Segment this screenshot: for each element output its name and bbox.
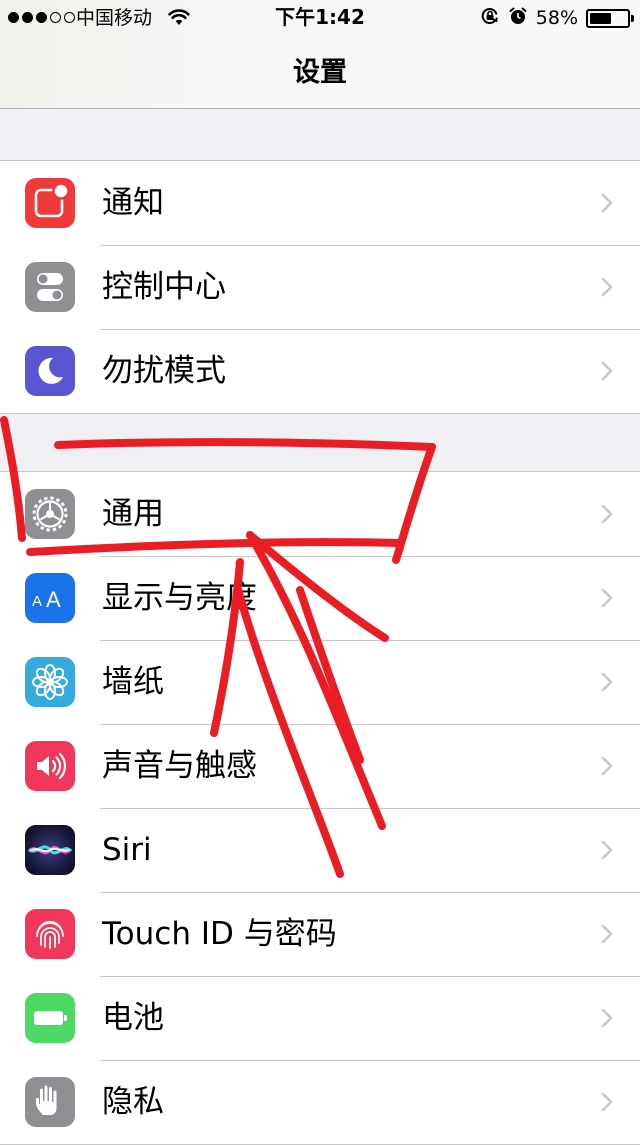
settings-row-wallpaper[interactable]: 墙纸 (0, 640, 640, 724)
settings-row-label: 勿扰模式 (102, 353, 226, 389)
settings-row-privacy[interactable]: 隐私 (0, 1060, 640, 1144)
settings-row-label: 通知 (102, 185, 164, 221)
top-bar: 中国移动 下午1:42 58% 设置 (0, 0, 640, 109)
status-bar: 中国移动 下午1:42 58% (0, 0, 640, 36)
settings-row-notifications[interactable]: 通知 (0, 161, 640, 245)
chevron-right-icon (601, 1092, 613, 1112)
battery-percentage: 58% (535, 7, 578, 29)
settings-row-control-center[interactable]: 控制中心 (0, 245, 640, 329)
battery-setting-icon (25, 993, 75, 1043)
chevron-right-icon (601, 840, 613, 860)
chevron-right-icon (601, 361, 613, 381)
wallpaper-flower-icon (25, 657, 75, 707)
svg-text:A: A (32, 593, 42, 610)
settings-row-label: 墙纸 (102, 664, 164, 700)
chevron-right-icon (601, 924, 613, 944)
settings-row-siri[interactable]: Siri (0, 808, 640, 892)
hand-icon (25, 1077, 75, 1127)
chevron-right-icon (601, 588, 613, 608)
alarm-icon (508, 6, 528, 30)
svg-text:A: A (46, 587, 61, 612)
settings-row-touch-id-passcode[interactable]: Touch ID 与密码 (0, 892, 640, 976)
settings-group-2: 通用 A A 显示与亮度 墙纸 声音与触感 Siri Touch ID 与密码 … (0, 471, 640, 1145)
settings-row-display-brightness[interactable]: A A 显示与亮度 (0, 556, 640, 640)
battery-fill (590, 12, 611, 24)
status-right: 58% (480, 5, 634, 31)
fingerprint-icon (25, 909, 75, 959)
chevron-right-icon (601, 277, 613, 297)
settings-row-label: 电池 (102, 1000, 164, 1036)
moon-icon (25, 346, 75, 396)
settings-row-general[interactable]: 通用 (0, 472, 640, 556)
battery-icon (586, 8, 634, 28)
speaker-icon (25, 741, 75, 791)
chevron-right-icon (601, 1008, 613, 1028)
settings-row-label: 控制中心 (102, 269, 226, 305)
chevron-right-icon (601, 193, 613, 213)
chevron-right-icon (601, 756, 613, 776)
notifications-icon (25, 178, 75, 228)
settings-row-sounds-haptics[interactable]: 声音与触感 (0, 724, 640, 808)
settings-row-label: Touch ID 与密码 (102, 916, 337, 952)
settings-row-label: 声音与触感 (102, 748, 257, 784)
settings-group-1: 通知 控制中心 勿扰模式 (0, 160, 640, 414)
chevron-right-icon (601, 504, 613, 524)
display-brightness-icon: A A (25, 573, 75, 623)
page-title: 设置 (293, 57, 347, 88)
orientation-lock-icon (480, 6, 500, 30)
control-center-icon (25, 262, 75, 312)
settings-row-label: 显示与亮度 (102, 580, 257, 616)
settings-row-do-not-disturb[interactable]: 勿扰模式 (0, 329, 640, 413)
settings-row-label: Siri (102, 832, 152, 868)
chevron-right-icon (601, 672, 613, 692)
gear-icon (25, 489, 75, 539)
settings-row-battery[interactable]: 电池 (0, 976, 640, 1060)
settings-row-label: 通用 (102, 496, 164, 532)
siri-icon (25, 825, 75, 875)
settings-row-label: 隐私 (102, 1084, 164, 1120)
